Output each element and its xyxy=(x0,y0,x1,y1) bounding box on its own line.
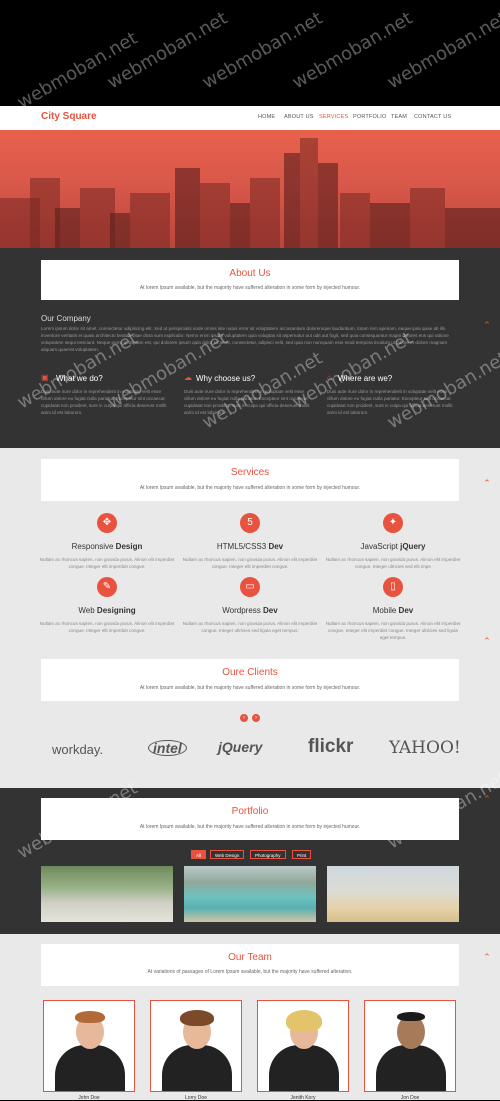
nav-contact[interactable]: CONTACT US xyxy=(414,114,451,120)
portfolio-thumb[interactable] xyxy=(41,866,173,922)
team-photo[interactable] xyxy=(257,1000,349,1092)
team-photo[interactable] xyxy=(150,1000,242,1092)
nav-home[interactable]: HOME xyxy=(258,114,275,120)
filter-all[interactable]: All xyxy=(191,850,207,859)
service-title: Wordpress Dev xyxy=(222,606,278,615)
where-are-we-text: Duis aute irure dolor in reprehenderit i… xyxy=(327,389,453,415)
where-are-we-title: Where are we? xyxy=(338,374,393,383)
html5-icon: 5 xyxy=(240,513,260,533)
service-desc: Nullam ac rhoncus sapien, non gravida pu… xyxy=(39,621,175,633)
monitor-icon: ▣ xyxy=(41,373,49,382)
nav-services[interactable]: SERVICES xyxy=(319,114,348,120)
portfolio-title: Portfolio xyxy=(231,806,269,817)
service-title: Mobile Dev xyxy=(372,606,414,615)
team-name: Jenith Kory xyxy=(290,1095,316,1101)
client-logo-yahoo: YAHOO! xyxy=(389,738,461,758)
cloud-icon: ☁ xyxy=(184,373,192,382)
team-subtitle: At variations of passages of Lorem Ipsum… xyxy=(147,969,353,975)
client-logo-flickr: flickr xyxy=(308,736,354,757)
portfolio-thumb[interactable] xyxy=(327,866,459,922)
nav-portfolio[interactable]: PORTFOLIO xyxy=(353,114,386,120)
service-desc: Nullam ac rhoncus sapien, non gravida pu… xyxy=(182,557,318,569)
portfolio-subtitle: At lorem Ipsum available, but the majori… xyxy=(139,824,361,830)
service-desc: Nullam ac rhoncus sapien, non gravida pu… xyxy=(325,621,461,640)
clients-title: Oure Clients xyxy=(222,667,278,678)
brush-icon: ✎ xyxy=(97,577,117,597)
nav-about[interactable]: ABOUT US xyxy=(284,114,314,120)
clients-subtitle: At lorem Ipsum available, but the majori… xyxy=(139,685,361,691)
team-title: Our Team xyxy=(228,952,272,963)
top-banner xyxy=(0,0,500,106)
next-arrow-icon[interactable]: › xyxy=(252,714,260,722)
why-choose-us-title: Why choose us? xyxy=(196,374,256,383)
filter-web-design[interactable]: Web Design xyxy=(210,850,245,859)
service-title: HTML5/CSS3 Dev xyxy=(216,542,284,551)
team-photo[interactable] xyxy=(43,1000,135,1092)
client-logo-intel: intel xyxy=(148,740,187,756)
filter-photography[interactable]: Photography xyxy=(250,850,286,859)
scroll-up-icon[interactable]: ⌃ xyxy=(482,321,492,330)
service-title: Responsive Design xyxy=(71,542,143,551)
scroll-up-icon[interactable]: ⌃ xyxy=(482,479,492,488)
services-subtitle: At lorem Ipsum available, but the majori… xyxy=(139,485,361,491)
what-we-do-title: What we do? xyxy=(56,374,103,383)
team-name: Lorry Doe xyxy=(185,1095,207,1101)
home-icon: ⌂ xyxy=(327,373,332,382)
why-choose-us-text: Duis aute irure dolor in reprehenderit i… xyxy=(184,389,310,415)
about-title: About Us xyxy=(229,268,271,279)
services-header-card: Services At lorem Ipsum available, but t… xyxy=(41,459,459,501)
scroll-up-icon[interactable]: ⌃ xyxy=(482,795,492,804)
service-title: Web Designing xyxy=(78,606,136,615)
client-logo-jquery: jQuery xyxy=(218,739,263,755)
scroll-up-icon[interactable]: ⌃ xyxy=(482,953,492,962)
rocket-icon: ✦ xyxy=(383,513,403,533)
nav-team[interactable]: TEAM xyxy=(391,114,407,120)
desktop-icon: ▭ xyxy=(240,577,260,597)
what-we-do-text: Duis aute irure dolor in reprehenderit i… xyxy=(41,389,167,415)
scroll-up-icon[interactable]: ⌃ xyxy=(482,637,492,646)
filter-print[interactable]: Print xyxy=(292,850,312,859)
team-name: Jon Doe xyxy=(400,1095,420,1101)
site-logo[interactable]: City Square xyxy=(41,111,97,122)
about-header-card: About Us At lorem Ipsum available, but t… xyxy=(41,260,459,300)
team-header-card: Our Team At variations of passages of Lo… xyxy=(41,944,459,986)
service-desc: Nullam ac rhoncus sapien, non gravida pu… xyxy=(325,557,461,569)
clients-header-card: Oure Clients At lorem Ipsum available, b… xyxy=(41,659,459,701)
portfolio-thumb[interactable] xyxy=(184,866,316,922)
team-name: John Doe xyxy=(78,1095,100,1101)
services-title: Services xyxy=(230,467,270,478)
prev-arrow-icon[interactable]: ‹ xyxy=(240,714,248,722)
service-title: JavaScript jQuery xyxy=(360,542,426,551)
company-text: Lorem ipsum dolor sit amet, consectetur … xyxy=(41,326,449,352)
hero-city-image xyxy=(0,130,500,248)
mobile-icon: ▯ xyxy=(383,577,403,597)
team-photo[interactable] xyxy=(364,1000,456,1092)
move-icon: ✥ xyxy=(97,513,117,533)
service-desc: Nullam ac rhoncus sapien, non gravida pu… xyxy=(182,621,318,633)
service-desc: Nullam ac rhoncus sapien, non gravida pu… xyxy=(39,557,175,569)
portfolio-header-card: Portfolio At lorem Ipsum available, but … xyxy=(41,798,459,840)
about-subtitle: At lorem Ipsum available, but the majori… xyxy=(139,285,361,291)
company-heading: Our Company xyxy=(41,314,91,323)
client-logo-workday: workday. xyxy=(52,742,104,757)
